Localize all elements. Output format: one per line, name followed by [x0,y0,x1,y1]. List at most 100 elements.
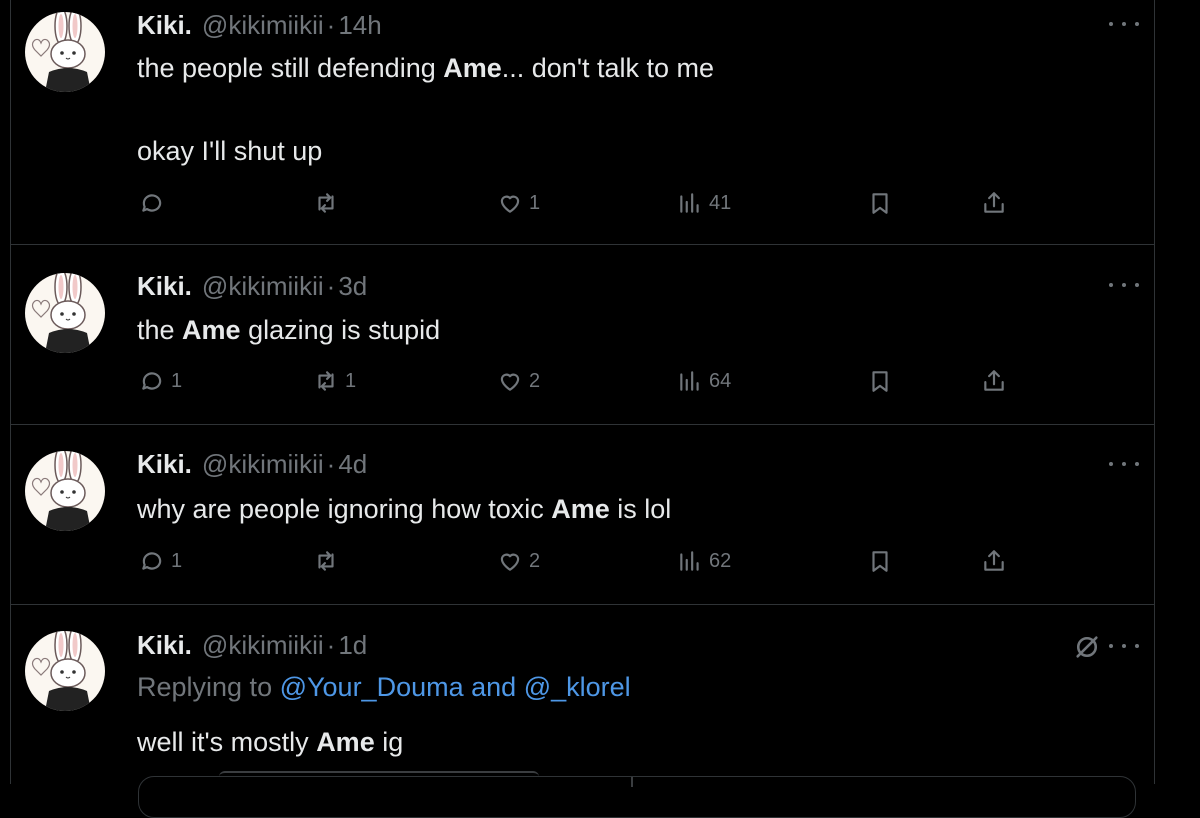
avatar[interactable] [25,451,105,531]
repost-arrows-icon [318,371,334,391]
tweet-3[interactable]: Kiki. @kikimiikii · 4d why are people ig… [11,425,1154,604]
mention-joiner: and [463,672,524,702]
avatar[interactable] [25,12,105,92]
speech-bubble-icon [142,194,162,212]
timestamp[interactable]: 3d [338,271,367,302]
cropped-text [219,771,539,783]
more-options-button[interactable] [1109,14,1139,34]
text-segment: the people still defending [137,53,444,83]
tweet-text-line-1: why are people ignoring how toxic Ame is… [137,493,671,525]
tweet-text-line-2: okay I'll shut up [137,136,323,166]
more-options-button[interactable] [1109,636,1139,656]
bunny-avatar-image [31,451,91,531]
dot-icon [1122,283,1126,287]
tweet-4[interactable]: Kiki. @kikimiikii · 1d Replying to @Your… [11,605,1154,784]
mention-link[interactable]: @_klorel [524,672,631,702]
like-count: 1 [529,191,541,214]
bookmark-button[interactable] [867,366,893,396]
more-options-button[interactable] [1109,275,1139,295]
like-button[interactable]: 1 [497,188,540,218]
dot-icon [1135,22,1139,26]
bookmark-icon [872,193,888,214]
timestamp[interactable]: 14h [338,10,381,41]
tweet-actions: 1 1 2 64 [137,366,1027,396]
bookmark-button[interactable] [867,188,893,218]
text-segment: ig [374,727,404,757]
text-segment: the [137,315,183,345]
like-button[interactable]: 2 [497,546,540,576]
speech-bubble-icon [142,552,162,570]
view-count: 64 [709,369,732,392]
bar-chart-icon [680,371,699,391]
tweet-actions: 1 2 62 [137,546,1027,576]
text-bold: Ame [551,494,610,524]
bar-chart-icon [680,193,699,213]
tweet-2[interactable]: Kiki. @kikimiikii · 3d the Ame glazing i… [11,245,1154,424]
share-button[interactable] [981,366,1007,396]
share-upload-icon [984,192,1004,213]
mute-circle-slash-icon[interactable] [1073,633,1101,661]
tweet-header: Kiki. @kikimiikii · 14h [137,8,382,42]
user-handle[interactable]: @kikimiikii [202,449,324,480]
speech-bubble-icon [142,372,162,390]
heart-icon [500,195,520,213]
reply-button[interactable]: 1 [139,546,182,576]
dot-icon [1109,22,1113,26]
timestamp[interactable]: 4d [338,449,367,480]
text-bold: Ame [182,315,241,345]
dot-icon [1122,644,1126,648]
bookmark-icon [872,371,888,392]
views-button[interactable]: 41 [677,188,731,218]
avatar[interactable] [25,273,105,353]
view-count: 62 [709,549,732,572]
separator-dot: · [326,9,336,40]
dot-icon [1109,283,1113,287]
share-upload-icon [984,550,1004,571]
text-segment: ... don't talk to me [501,53,715,83]
user-handle[interactable]: @kikimiikii [202,10,324,41]
repost-button[interactable] [313,546,345,576]
repost-button[interactable]: 1 [313,366,356,396]
bookmark-button[interactable] [867,546,893,576]
repost-arrows-icon [318,193,334,213]
share-button[interactable] [981,188,1007,218]
quoted-tweet-card-edge[interactable] [138,771,1136,818]
reply-button[interactable] [139,188,171,218]
like-button[interactable]: 2 [497,366,540,396]
display-name[interactable]: Kiki. [137,10,192,41]
text-bold: Ame [443,53,502,83]
like-count: 2 [529,369,541,392]
repost-button[interactable] [313,188,345,218]
separator-dot: · [326,629,336,660]
bunny-avatar-image [31,273,91,353]
replying-prefix: Replying to [137,672,280,702]
display-name[interactable]: Kiki. [137,449,192,480]
views-button[interactable]: 64 [677,366,731,396]
separator-dot: · [326,270,336,301]
user-handle[interactable]: @kikimiikii [202,630,324,661]
tweet-text-line-1: well it's mostly Ame ig [137,726,403,758]
mention-link[interactable]: @Your_Douma [280,672,464,702]
display-name[interactable]: Kiki. [137,630,192,661]
display-name[interactable]: Kiki. [137,271,192,302]
dot-icon [1135,283,1139,287]
tweet-1[interactable]: Kiki. @kikimiikii · 14h the people still… [11,0,1154,244]
avatar[interactable] [25,631,105,711]
timestamp[interactable]: 1d [338,630,367,661]
dot-icon [1122,22,1126,26]
more-options-button[interactable] [1109,454,1139,474]
tweet-header: Kiki. @kikimiikii · 3d [137,269,367,303]
dot-icon [1109,462,1113,466]
user-handle[interactable]: @kikimiikii [202,271,324,302]
bunny-avatar-image [31,631,91,711]
share-button[interactable] [981,546,1007,576]
views-button[interactable]: 62 [677,546,731,576]
reply-button[interactable]: 1 [139,366,182,396]
tweet-actions: 1 41 [137,188,1027,218]
text-segment: why are people ignoring how toxic [137,494,552,524]
share-upload-icon [984,370,1004,391]
text-segment: is lol [609,494,672,524]
reply-count: 1 [171,369,183,392]
text-bold: Ame [316,727,375,757]
tweet-header: Kiki. @kikimiikii · 4d [137,447,367,481]
